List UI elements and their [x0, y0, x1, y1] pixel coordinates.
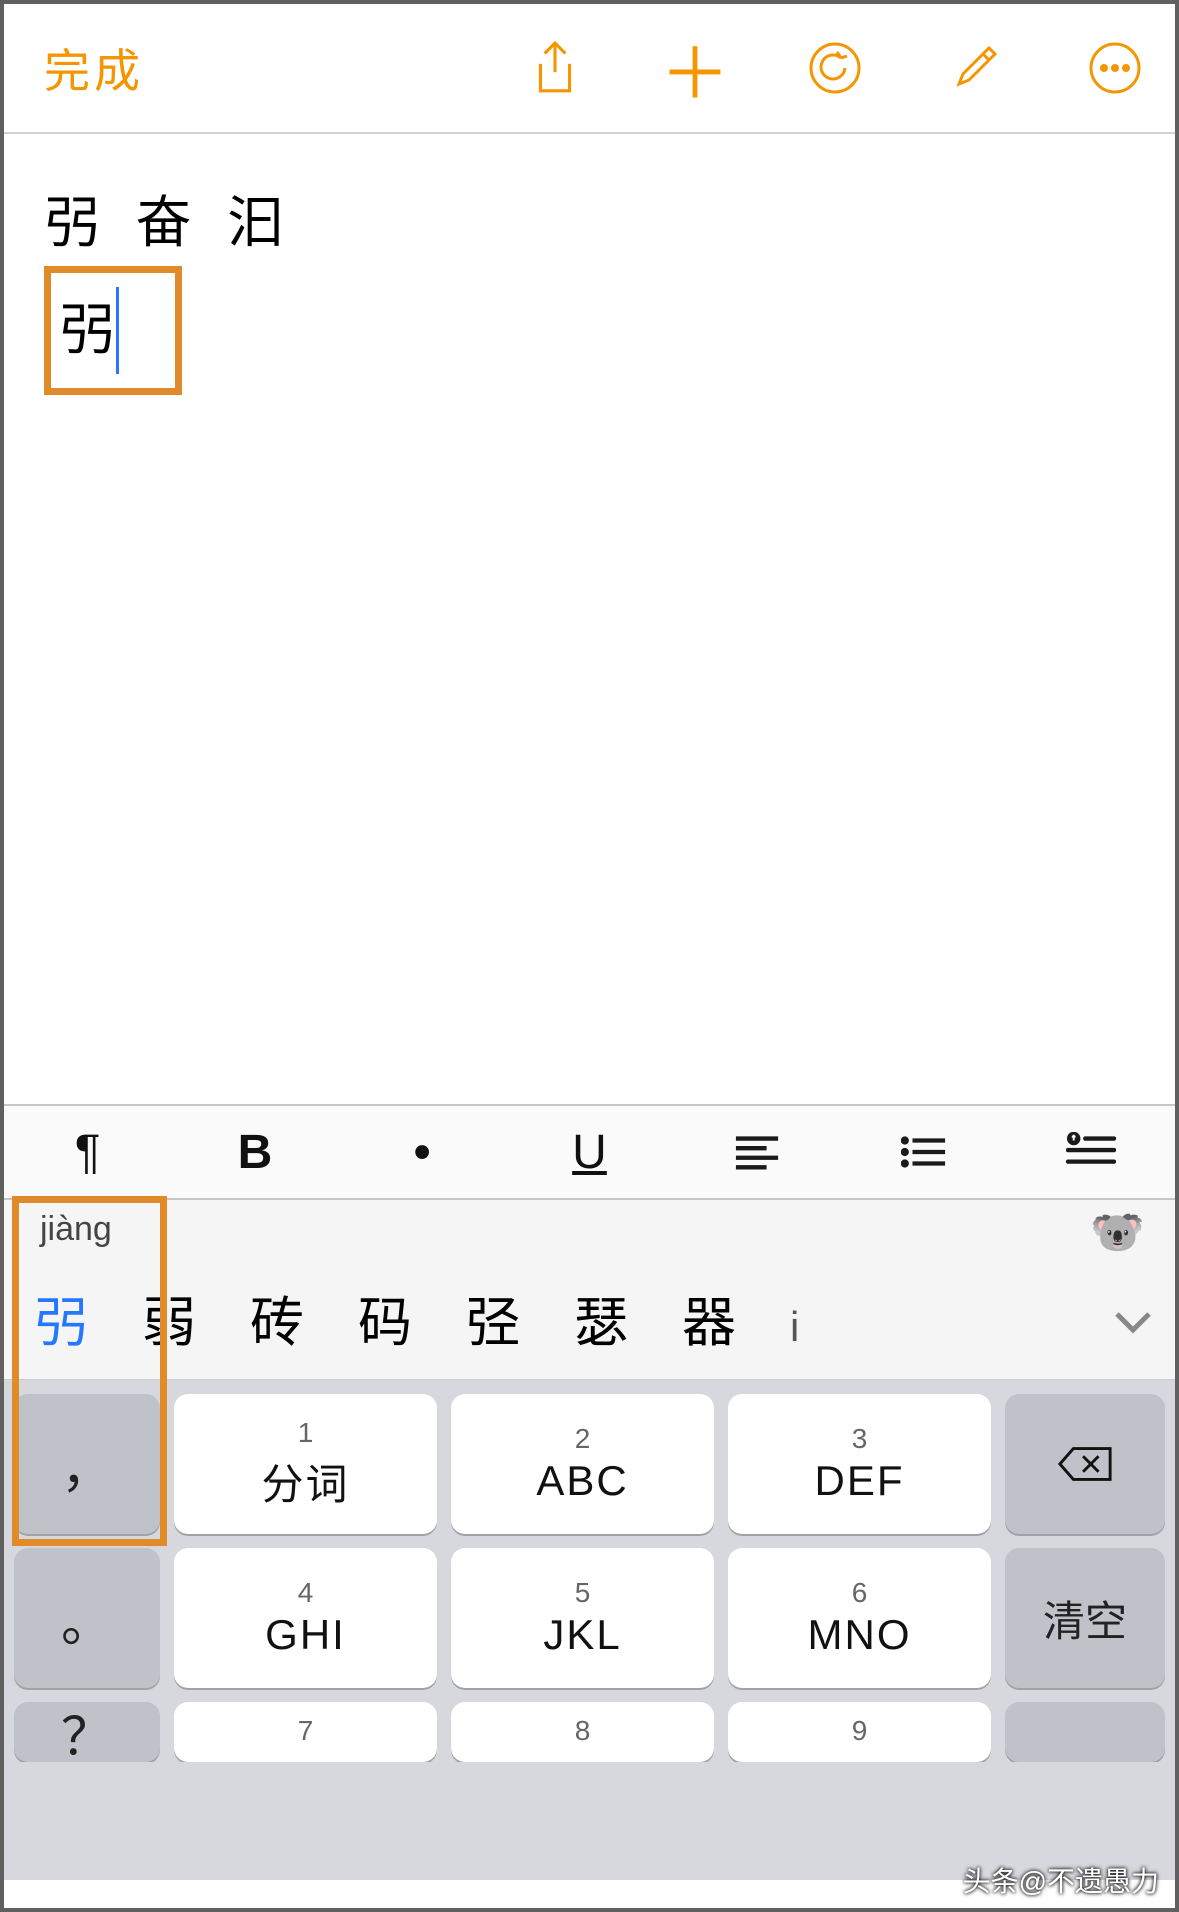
done-button[interactable]: 完成	[44, 35, 144, 101]
key-clear[interactable]: 清空	[1005, 1548, 1165, 1688]
list-icon[interactable]	[840, 1106, 1007, 1198]
add-icon[interactable]: ＋	[665, 38, 725, 98]
watermark: 头条@不遗愚力	[963, 1860, 1159, 1900]
key-label: GHI	[265, 1611, 346, 1659]
undo-icon[interactable]	[805, 38, 865, 98]
key-num: 6	[852, 1577, 868, 1609]
key-num: 8	[575, 1715, 591, 1747]
editor-line: 弜 奋 汩	[44, 184, 1135, 262]
key-backspace[interactable]	[1005, 1394, 1165, 1534]
candidate-item[interactable]: 弱	[142, 1278, 196, 1357]
candidate-item[interactable]: 弪	[466, 1278, 520, 1357]
key-right-partial[interactable]	[1005, 1702, 1165, 1762]
key-1[interactable]: 1 分词	[174, 1394, 437, 1534]
editor-line: 弜	[59, 298, 115, 361]
key-6-mno[interactable]: 6 MNO	[728, 1548, 991, 1688]
key-num: 4	[298, 1577, 314, 1609]
emoji-picker-icon[interactable]: 🐨	[1090, 1206, 1145, 1258]
pinyin-label: jiàng	[40, 1210, 112, 1249]
key-label: MNO	[808, 1611, 912, 1659]
key-2-abc[interactable]: 2 ABC	[451, 1394, 714, 1534]
bullet-icon[interactable]: •	[339, 1106, 506, 1198]
paragraph-icon[interactable]: ¶	[4, 1106, 171, 1198]
key-label: DEF	[815, 1457, 905, 1505]
key-num: 3	[852, 1423, 868, 1455]
candidate-item[interactable]: 器	[682, 1278, 736, 1357]
text-cursor	[116, 287, 119, 373]
key-8[interactable]: 8	[451, 1702, 714, 1762]
format-toolbar: ¶ B • U	[4, 1104, 1175, 1200]
key-num: 1	[298, 1417, 314, 1449]
text-editor[interactable]: 弜 奋 汩 弜	[4, 134, 1175, 1104]
key-9[interactable]: 9	[728, 1702, 991, 1762]
key-label: JKL	[543, 1611, 621, 1659]
candidate-more: i	[790, 1303, 799, 1351]
indent-icon[interactable]	[1008, 1106, 1175, 1198]
brush-icon[interactable]	[945, 38, 1005, 98]
key-3-def[interactable]: 3 DEF	[728, 1394, 991, 1534]
key-label: 分词	[261, 1451, 349, 1512]
key-5-jkl[interactable]: 5 JKL	[451, 1548, 714, 1688]
key-num: 5	[575, 1577, 591, 1609]
key-question[interactable]: ？	[14, 1702, 160, 1762]
key-num: 9	[852, 1715, 868, 1747]
candidate-item[interactable]: 弜	[34, 1278, 88, 1357]
candidate-item[interactable]: 瑟	[574, 1278, 628, 1357]
key-comma[interactable]: ，	[14, 1394, 160, 1534]
key-num: 7	[298, 1715, 314, 1747]
candidate-list: 弜 弱 砖 码 弪 瑟 器 i	[4, 1278, 1095, 1357]
toolbar: 完成 ＋	[4, 4, 1175, 134]
underline-icon[interactable]: U	[506, 1106, 673, 1198]
more-icon[interactable]	[1085, 38, 1145, 98]
key-7[interactable]: 7	[174, 1702, 437, 1762]
expand-candidates-icon[interactable]	[1103, 1292, 1163, 1352]
key-num: 2	[575, 1423, 591, 1455]
key-period[interactable]: 。	[14, 1548, 160, 1688]
bold-icon[interactable]: B	[171, 1106, 338, 1198]
ime-candidate-bar: jiàng 🐨 弜 弱 砖 码 弪 瑟 器 i	[4, 1200, 1175, 1380]
keyboard: ， 1 分词 2 ABC 3 DEF 。 4 GHI 5 JKL 6 MNO	[4, 1380, 1175, 1880]
align-icon[interactable]	[673, 1106, 840, 1198]
key-4-ghi[interactable]: 4 GHI	[174, 1548, 437, 1688]
candidate-item[interactable]: 砖	[250, 1278, 304, 1357]
highlighted-character: 弜	[44, 266, 182, 394]
share-icon[interactable]	[525, 38, 585, 98]
candidate-item[interactable]: 码	[358, 1278, 412, 1357]
key-label: ABC	[536, 1457, 628, 1505]
